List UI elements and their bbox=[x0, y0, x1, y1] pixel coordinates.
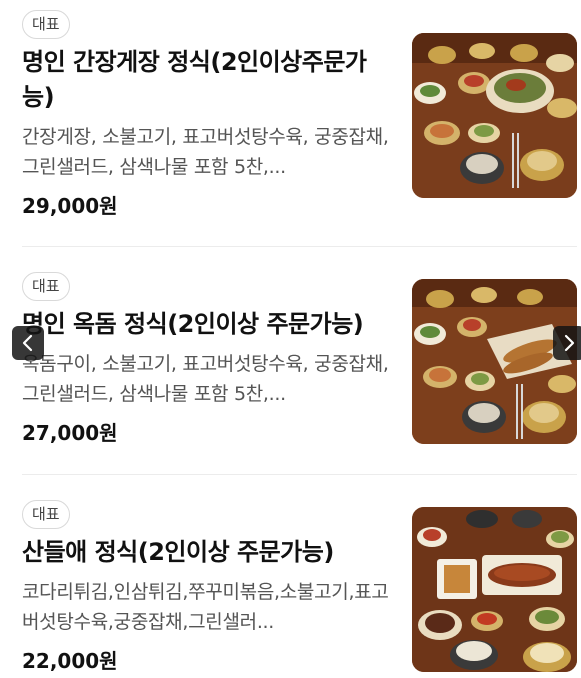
menu-item-title: 산들애 정식(2인이상 주문가능) bbox=[22, 538, 334, 566]
chevron-left-icon bbox=[22, 334, 33, 352]
divider bbox=[22, 246, 577, 247]
menu-item-text: 대표 명인 옥돔 정식(2인이상 주문가능) 옥돔구이, 소불고기, 표고버섯탕… bbox=[22, 272, 390, 446]
menu-item-description: 간장게장, 소불고기, 표고버섯탕수육, 궁중잡채, 그린샐러드, 삼색나물 포… bbox=[22, 126, 389, 178]
menu-list: 대표 명인 간장게장 정식(2인이상주문가능) 간장게장, 소불고기, 표고버섯… bbox=[0, 0, 581, 678]
food-photo-fried-set bbox=[412, 507, 577, 672]
menu-item-price: 29,000원 bbox=[22, 194, 118, 218]
food-photo-fish-set bbox=[412, 279, 577, 444]
menu-item-title: 명인 옥돔 정식(2인이상 주문가능) bbox=[22, 310, 364, 338]
carousel-next-button[interactable] bbox=[553, 326, 581, 360]
food-photo-crab-set bbox=[412, 33, 577, 198]
featured-badge: 대표 bbox=[22, 10, 70, 39]
menu-item-description: 옥돔구이, 소불고기, 표고버섯탕수육, 궁중잡채, 그린샐러드, 삼색나물 포… bbox=[22, 353, 389, 405]
featured-badge: 대표 bbox=[22, 500, 70, 529]
menu-item-description: 코다리튀김,인삼튀김,쭈꾸미볶음,소불고기,표고버섯탕수육,궁중잡채,그린샐러.… bbox=[22, 581, 389, 633]
menu-item-photo[interactable] bbox=[412, 279, 577, 444]
menu-item-photo[interactable] bbox=[412, 507, 577, 672]
menu-item-price: 22,000원 bbox=[22, 649, 118, 673]
menu-item-text: 대표 산들애 정식(2인이상 주문가능) 코다리튀김,인삼튀김,쭈꾸미볶음,소불… bbox=[22, 500, 390, 674]
menu-item-photo[interactable] bbox=[412, 33, 577, 198]
featured-badge: 대표 bbox=[22, 272, 70, 301]
menu-item-price: 27,000원 bbox=[22, 421, 118, 445]
divider bbox=[22, 474, 577, 475]
menu-item-text: 대표 명인 간장게장 정식(2인이상주문가능) 간장게장, 소불고기, 표고버섯… bbox=[22, 10, 390, 219]
chevron-right-icon bbox=[564, 334, 575, 352]
menu-item-title: 명인 간장게장 정식(2인이상주문가능) bbox=[22, 48, 367, 111]
carousel-prev-button[interactable] bbox=[12, 326, 44, 360]
